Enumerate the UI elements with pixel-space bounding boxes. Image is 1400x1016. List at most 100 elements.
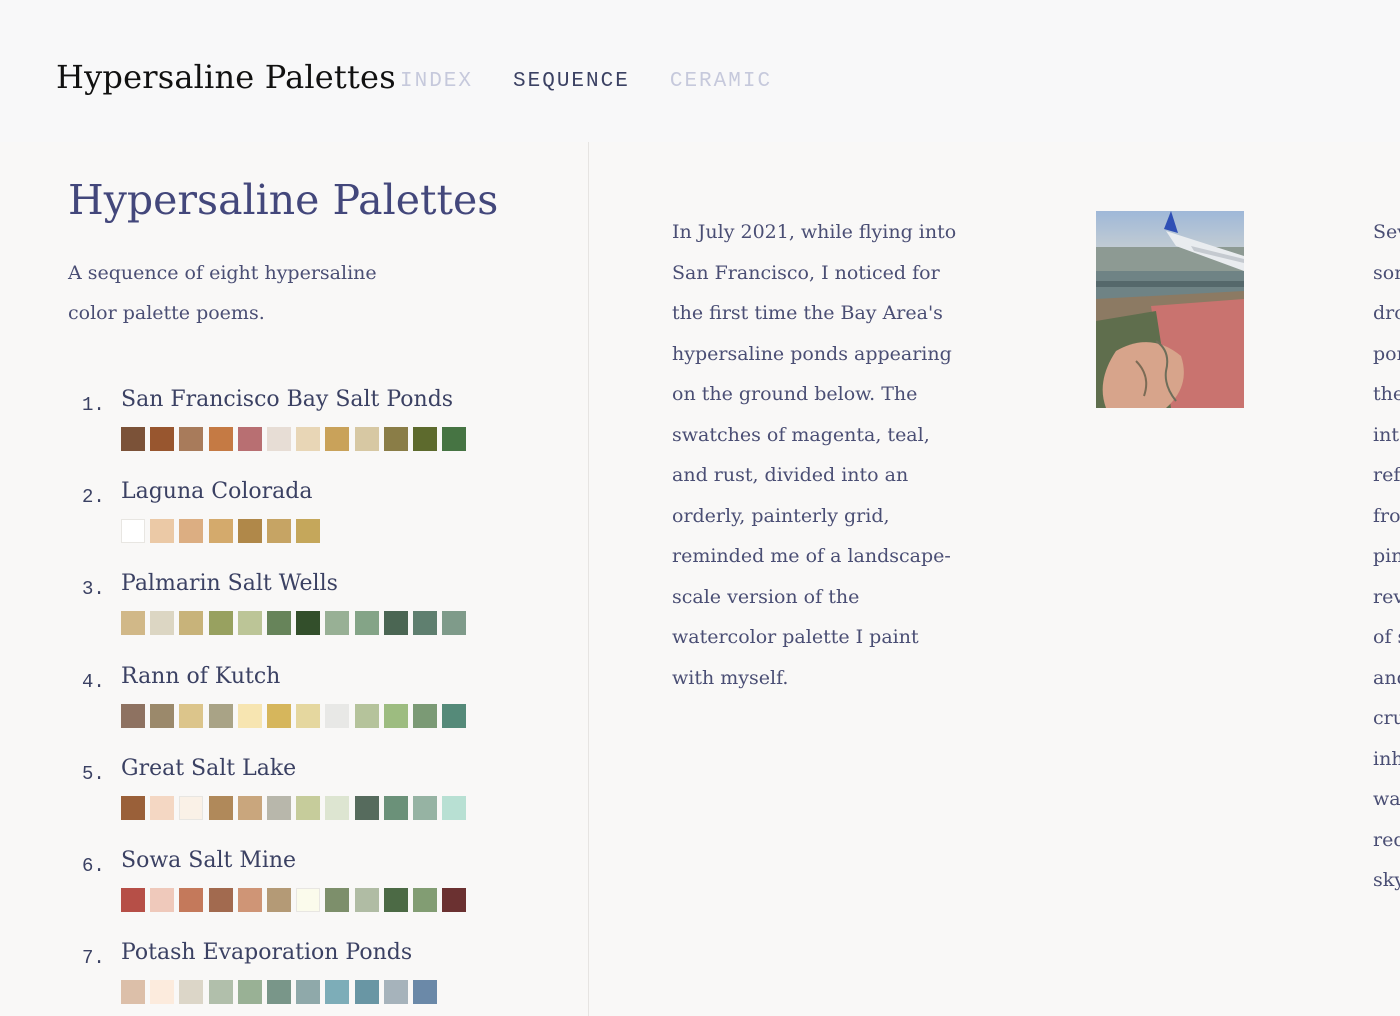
palette-number: 3.: [82, 578, 105, 601]
story-line: hypersaline ponds appearing: [672, 342, 952, 365]
palette-number: 5.: [82, 762, 105, 785]
color-swatch: [296, 427, 321, 451]
story-line: reminded me of a landscape-: [672, 545, 951, 567]
color-swatch: [442, 703, 467, 728]
palette-swatches: [121, 703, 471, 728]
color-swatch: [208, 703, 233, 728]
story-line-cut: cru: [1373, 707, 1400, 729]
color-swatch: [442, 427, 467, 451]
story-line: San Francisco, I noticed for: [672, 261, 940, 284]
color-swatch: [442, 795, 467, 820]
color-swatch: [296, 611, 321, 636]
story-line-cut: fro: [1373, 504, 1400, 527]
color-swatch: [237, 703, 262, 728]
color-swatch: [150, 980, 175, 1005]
color-swatch: [208, 519, 233, 544]
color-swatch: [179, 888, 204, 912]
color-swatch: [442, 888, 467, 912]
palette-name[interactable]: Great Salt Lake: [121, 756, 296, 781]
color-swatch: [354, 795, 379, 820]
story-line-cut: and: [1373, 666, 1400, 689]
color-swatch: [121, 427, 145, 451]
color-swatch: [121, 519, 145, 544]
story-line-cut: the: [1373, 383, 1400, 405]
palette-swatches: [121, 795, 471, 820]
color-swatch: [266, 980, 291, 1005]
color-swatch: [150, 888, 175, 912]
palette-name[interactable]: Potash Evaporation Ponds: [121, 940, 412, 965]
color-swatch: [354, 703, 379, 728]
color-swatch: [266, 795, 291, 820]
story-line: watercolor palette I paint: [672, 626, 919, 648]
color-swatch: [354, 980, 379, 1005]
palette-swatches: [121, 980, 442, 1005]
palette-item[interactable]: 2. Laguna Colorada: [0, 474, 588, 554]
color-swatch: [150, 427, 175, 451]
color-swatch: [383, 703, 408, 728]
story-line: In July 2021, while flying into: [672, 221, 957, 243]
palette-name[interactable]: Palmarin Salt Wells: [121, 571, 338, 596]
story-paragraph: In July 2021, while flying into San Franc…: [672, 212, 972, 698]
color-swatch: [208, 888, 233, 912]
palette-item[interactable]: 3. Palmarin Salt Wells: [0, 566, 588, 646]
color-swatch: [208, 795, 233, 820]
color-swatch: [179, 519, 204, 544]
palette-number: 4.: [82, 670, 105, 693]
story-paragraph-2: Sev son dro pon the int ref fro pin rev of s and cru…: [1373, 212, 1400, 901]
color-swatch: [383, 888, 408, 912]
color-swatch: [266, 611, 291, 636]
palette-swatches: [121, 888, 471, 912]
palette-item[interactable]: 6. Sowa Salt Mine: [0, 843, 588, 923]
color-swatch: [179, 795, 204, 820]
story-line: scale version of the: [672, 585, 860, 608]
palette-swatches: [121, 611, 471, 636]
color-swatch: [150, 795, 175, 820]
color-swatch: [237, 519, 262, 544]
color-swatch: [296, 519, 321, 544]
palette-name[interactable]: Laguna Colorada: [121, 479, 312, 504]
color-swatch: [296, 888, 321, 912]
palette-number: 7.: [82, 947, 105, 970]
color-swatch: [121, 795, 145, 820]
palette-item[interactable]: 5. Great Salt Lake: [0, 751, 588, 831]
color-swatch: [354, 611, 379, 636]
palette-name[interactable]: San Francisco Bay Salt Ponds: [121, 387, 453, 412]
color-swatch: [179, 980, 204, 1005]
nav-link-ceramic[interactable]: CERAMIC: [670, 70, 772, 93]
color-swatch: [412, 703, 437, 728]
color-swatch: [383, 795, 408, 820]
intro-text: A sequence of eight hypersaline color pa…: [68, 262, 377, 324]
color-swatch: [150, 703, 175, 728]
color-swatch: [325, 795, 350, 820]
palette-item[interactable]: 4. Rann of Kutch: [0, 659, 588, 739]
story-line-cut: dro: [1373, 302, 1400, 324]
story-line-cut: of s: [1373, 626, 1400, 648]
color-swatch: [237, 611, 262, 636]
color-swatch: [121, 980, 145, 1005]
color-swatch: [296, 980, 321, 1005]
palette-name[interactable]: Sowa Salt Mine: [121, 848, 296, 873]
story-line-cut: ref: [1373, 464, 1400, 486]
story-line-cut: rev: [1373, 585, 1400, 608]
nav-link-index[interactable]: INDEX: [400, 70, 473, 93]
main-content[interactable]: In July 2021, while flying into San Franc…: [589, 142, 1400, 1016]
story-line: the first time the Bay Area's: [672, 302, 943, 324]
site-title[interactable]: Hypersaline Palettes: [56, 58, 396, 96]
palette-item[interactable]: 1. San Francisco Bay Salt Ponds: [0, 382, 588, 462]
color-swatch: [325, 888, 350, 912]
sidebar[interactable]: Hypersaline Palettes A sequence of eight…: [0, 142, 589, 1016]
color-swatch: [179, 427, 204, 451]
color-swatch: [354, 888, 379, 912]
color-swatch: [150, 519, 175, 544]
color-swatch: [150, 611, 175, 636]
palette-item[interactable]: 7. Potash Evaporation Ponds: [0, 935, 588, 1015]
nav-link-sequence[interactable]: SEQUENCE: [513, 70, 630, 93]
palette-name[interactable]: Rann of Kutch: [121, 664, 280, 689]
color-swatch: [412, 795, 437, 820]
color-swatch: [179, 611, 204, 636]
color-swatch: [208, 980, 233, 1005]
story-line-cut: int: [1373, 423, 1399, 446]
palette-swatches: [121, 427, 471, 451]
color-swatch: [296, 795, 321, 820]
color-swatch: [325, 980, 350, 1005]
